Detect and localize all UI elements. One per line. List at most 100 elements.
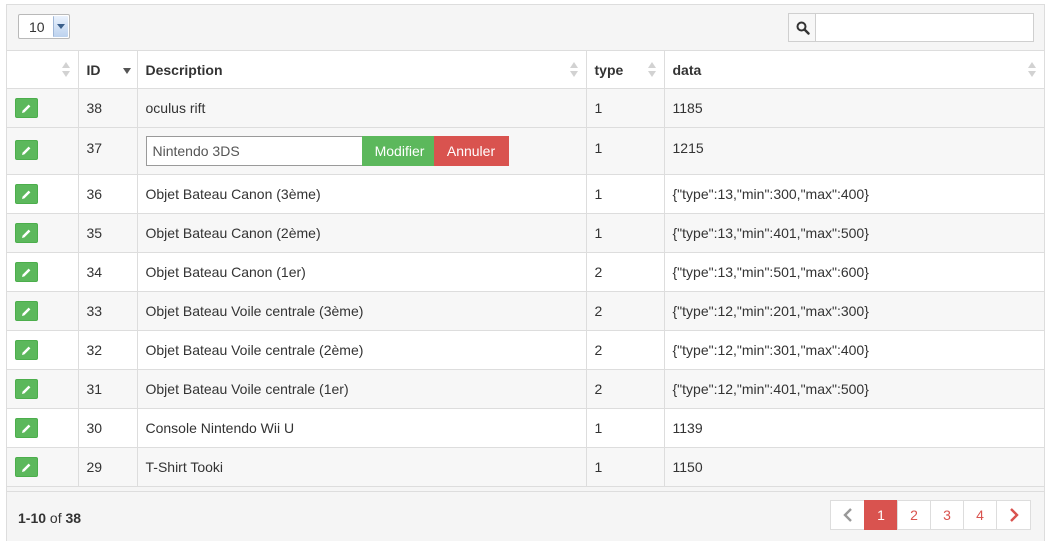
column-header-type[interactable]: type <box>586 50 665 89</box>
pager-total: 38 <box>65 510 82 526</box>
id-cell: 35 <box>78 213 138 253</box>
column-header-data-label: data <box>672 61 702 78</box>
search-button[interactable] <box>788 13 816 42</box>
row-actions-cell <box>7 174 79 214</box>
type-cell: 1 <box>586 127 665 175</box>
prev-page-button[interactable] <box>830 500 865 530</box>
type-cell: 1 <box>586 447 665 487</box>
search-input[interactable] <box>815 13 1034 42</box>
edit-button[interactable] <box>15 223 38 243</box>
column-header-type-label: type <box>594 61 624 78</box>
cancel-button[interactable]: Annuler <box>433 136 509 166</box>
type-cell: 1 <box>586 88 665 128</box>
edit-button[interactable] <box>15 457 38 477</box>
page-size-value: 10 <box>29 19 45 35</box>
column-header-id[interactable]: ID <box>78 50 138 89</box>
page-button-2[interactable]: 2 <box>897 500 931 530</box>
id-cell: 34 <box>78 252 138 292</box>
table-header-row: ID Description type data <box>7 50 1044 89</box>
table-row: 29 T-Shirt Tooki 1 1150 <box>7 447 1044 487</box>
search-icon <box>796 21 810 35</box>
next-page-button[interactable] <box>996 500 1031 530</box>
edit-button[interactable] <box>15 140 38 160</box>
column-header-description-label: Description <box>145 61 223 78</box>
pencil-icon <box>22 229 31 238</box>
description-cell: Objet Bateau Voile centrale (1er) <box>137 369 587 409</box>
table-row: 32 Objet Bateau Voile centrale (2ème) 2 … <box>7 330 1044 370</box>
data-cell: {"type":13,"min":501,"max":600} <box>664 252 1044 292</box>
id-cell: 31 <box>78 369 138 409</box>
type-cell: 2 <box>586 252 665 292</box>
column-header-description[interactable]: Description <box>137 50 587 89</box>
pencil-icon <box>22 346 31 355</box>
edit-button[interactable] <box>15 301 38 321</box>
type-cell: 1 <box>586 408 665 448</box>
pencil-icon <box>22 463 31 472</box>
data-cell: 1150 <box>664 447 1044 487</box>
description-cell: oculus rift <box>137 88 587 128</box>
data-cell: {"type":13,"min":300,"max":400} <box>664 174 1044 214</box>
modify-button[interactable]: Modifier <box>361 136 438 166</box>
column-header-actions[interactable] <box>7 50 79 89</box>
description-cell: Objet Bateau Canon (2ème) <box>137 213 587 253</box>
table-row: 35 Objet Bateau Canon (2ème) 1 {"type":1… <box>7 213 1044 253</box>
data-cell: 1215 <box>664 127 1044 175</box>
description-edit-cell: ModifierAnnuler <box>137 127 587 175</box>
data-cell: 1139 <box>664 408 1044 448</box>
chevron-left-icon <box>842 508 852 522</box>
column-header-id-label: ID <box>86 61 101 78</box>
data-cell: {"type":13,"min":401,"max":500} <box>664 213 1044 253</box>
description-cell: Objet Bateau Canon (1er) <box>137 252 587 292</box>
row-actions-cell <box>7 127 79 175</box>
id-cell: 30 <box>78 408 138 448</box>
id-cell: 38 <box>78 88 138 128</box>
column-header-data[interactable]: data <box>664 50 1044 89</box>
row-actions-cell <box>7 408 79 448</box>
pencil-icon <box>22 268 31 277</box>
chevron-down-icon[interactable] <box>53 16 68 37</box>
page-button-1[interactable]: 1 <box>864 500 898 530</box>
description-cell: Objet Bateau Voile centrale (2ème) <box>137 330 587 370</box>
pencil-icon <box>22 307 31 316</box>
page-size-select[interactable]: 10 <box>18 14 70 39</box>
row-actions-cell <box>7 369 79 409</box>
description-edit-input[interactable] <box>145 136 366 166</box>
type-cell: 2 <box>586 369 665 409</box>
edit-button[interactable] <box>15 379 38 399</box>
pencil-icon <box>22 424 31 433</box>
items-table: ID Description type data 38 oculus rift … <box>7 50 1044 487</box>
row-actions-cell <box>7 291 79 331</box>
id-cell: 36 <box>78 174 138 214</box>
grid-toolbar: 10 <box>7 5 1044 50</box>
chevron-right-icon <box>1009 508 1019 522</box>
type-cell: 2 <box>586 291 665 331</box>
row-actions-cell <box>7 330 79 370</box>
data-cell: {"type":12,"min":301,"max":400} <box>664 330 1044 370</box>
sort-icon <box>647 62 656 78</box>
edit-button[interactable] <box>15 340 38 360</box>
edit-button[interactable] <box>15 418 38 438</box>
row-actions-cell <box>7 213 79 253</box>
page-button-3[interactable]: 3 <box>930 500 964 530</box>
edit-button[interactable] <box>15 184 38 204</box>
data-grid-panel: 10 ID Description type data 38 oculus ri… <box>6 4 1045 541</box>
edit-button[interactable] <box>15 98 38 118</box>
description-cell: T-Shirt Tooki <box>137 447 587 487</box>
sort-icon <box>569 62 578 78</box>
table-row: 34 Objet Bateau Canon (1er) 2 {"type":13… <box>7 252 1044 292</box>
pencil-icon <box>22 190 31 199</box>
id-cell: 29 <box>78 447 138 487</box>
pencil-icon <box>22 104 31 113</box>
id-cell: 32 <box>78 330 138 370</box>
pencil-icon <box>22 385 31 394</box>
data-cell: {"type":12,"min":201,"max":300} <box>664 291 1044 331</box>
pager-of-label: of <box>49 510 62 526</box>
sort-desc-icon <box>122 68 131 74</box>
table-row: 38 oculus rift 1 1185 <box>7 88 1044 128</box>
type-cell: 1 <box>586 213 665 253</box>
page-button-4[interactable]: 4 <box>963 500 997 530</box>
type-cell: 2 <box>586 330 665 370</box>
pager-info: 1-10 of 38 <box>18 510 81 526</box>
table-row: 31 Objet Bateau Voile centrale (1er) 2 {… <box>7 369 1044 409</box>
edit-button[interactable] <box>15 262 38 282</box>
